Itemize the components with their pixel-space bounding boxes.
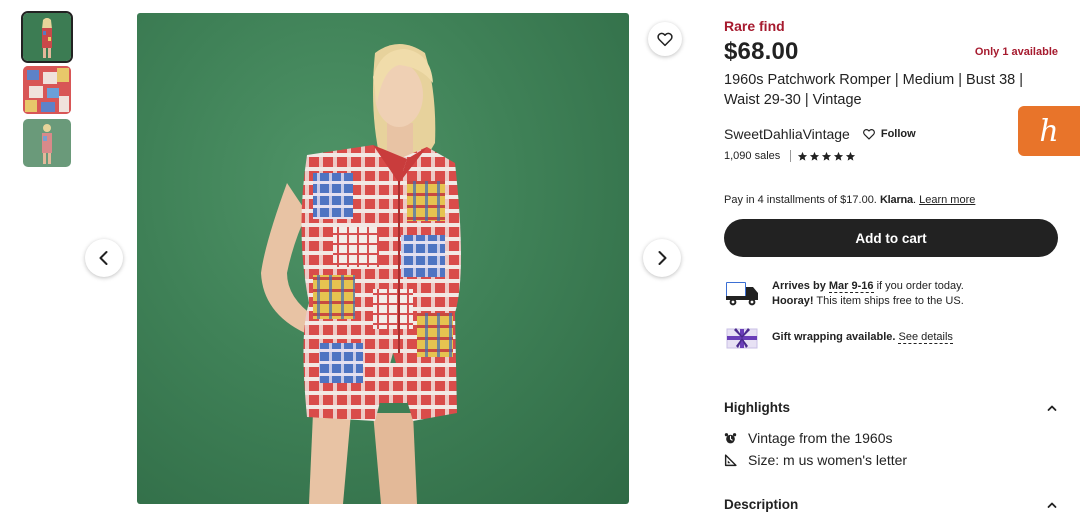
sales-row: 1,090 sales bbox=[724, 150, 856, 162]
listing-title: 1960s Patchwork Romper | Medium | Bust 3… bbox=[724, 72, 1024, 108]
arrival-line: Arrives by Mar 9-16 if you order today. bbox=[772, 279, 964, 294]
shop-row: SweetDahliaVintage Follow bbox=[724, 126, 916, 142]
next-image-button[interactable] bbox=[643, 239, 681, 277]
highlight-text: Vintage from the 1960s bbox=[748, 430, 893, 446]
add-to-cart-button[interactable]: Add to cart bbox=[724, 219, 1058, 257]
learn-more-link[interactable]: Learn more bbox=[919, 194, 975, 206]
follow-label: Follow bbox=[880, 128, 916, 140]
shipping-text: Arrives by Mar 9-16 if you order today. … bbox=[772, 278, 964, 308]
description-toggle[interactable]: Description bbox=[724, 497, 1058, 512]
rating-stars[interactable] bbox=[797, 151, 856, 162]
thumbnail-1[interactable] bbox=[21, 11, 73, 63]
thumbnail-pattern-icon bbox=[23, 66, 71, 114]
thumbnail-3[interactable] bbox=[23, 119, 71, 167]
order-today-text: if you order today. bbox=[876, 280, 964, 292]
divider bbox=[790, 150, 792, 162]
delivery-dates[interactable]: Mar 9-16 bbox=[828, 280, 874, 293]
highlight-item-vintage: Vintage from the 1960s bbox=[724, 430, 893, 446]
thumbnail-2[interactable] bbox=[23, 66, 71, 114]
shop-name-link[interactable]: SweetDahliaVintage bbox=[724, 126, 850, 142]
hooray-label: Hooray! bbox=[772, 294, 814, 307]
klarna-logo: Klarna bbox=[879, 194, 913, 206]
price: $68.00 bbox=[724, 38, 799, 65]
chevron-up-icon bbox=[1047, 405, 1057, 411]
highlight-text: Size: m us women's letter bbox=[748, 452, 908, 468]
chevron-right-icon bbox=[658, 251, 667, 265]
main-product-image[interactable] bbox=[137, 13, 629, 504]
thumbnail-figure-back-icon bbox=[42, 124, 52, 164]
star-icon bbox=[822, 151, 832, 161]
see-details-link[interactable]: See details bbox=[898, 331, 953, 344]
free-shipping-line: Hooray! This item ships free to the US. bbox=[772, 294, 964, 309]
highlights-heading: Highlights bbox=[724, 400, 790, 415]
favorite-button[interactable] bbox=[648, 22, 682, 56]
sales-count: 1,090 sales bbox=[724, 150, 781, 162]
chevron-up-icon bbox=[1047, 502, 1057, 508]
stock-status: Only 1 available bbox=[974, 46, 1058, 58]
gift-wrapping-info: Gift wrapping available. See details bbox=[726, 324, 953, 350]
highlight-item-size: Size: m us women's letter bbox=[724, 452, 907, 468]
arrives-label: Arrives by bbox=[772, 280, 826, 292]
previous-image-button[interactable] bbox=[85, 239, 123, 277]
klarna-period: . bbox=[912, 194, 917, 206]
free-shipping-text: This item ships free to the US. bbox=[816, 294, 964, 307]
rare-find-badge: Rare find bbox=[724, 18, 785, 34]
description-heading: Description bbox=[724, 497, 799, 512]
thumbnail-figure-icon bbox=[42, 18, 52, 58]
alarm-clock-icon bbox=[724, 432, 737, 443]
honey-logo-icon: h bbox=[1039, 113, 1059, 149]
star-icon bbox=[834, 151, 844, 161]
star-icon bbox=[846, 151, 856, 161]
gift-wrapping-label: Gift wrapping available. bbox=[772, 331, 896, 343]
heart-icon bbox=[657, 32, 673, 47]
gift-wrapping-text: Gift wrapping available. See details bbox=[772, 331, 953, 344]
chevron-left-icon bbox=[99, 251, 108, 265]
model-in-romper-illustration bbox=[261, 44, 461, 504]
follow-button[interactable]: Follow bbox=[862, 127, 916, 141]
star-icon bbox=[810, 151, 820, 161]
thumbnail-strip bbox=[21, 11, 73, 172]
gift-box-icon bbox=[726, 328, 758, 349]
shipping-info: Arrives by Mar 9-16 if you order today. … bbox=[724, 278, 964, 308]
honey-extension-button[interactable]: h bbox=[1018, 106, 1080, 156]
highlights-toggle[interactable]: Highlights bbox=[724, 400, 1058, 415]
ruler-triangle-icon bbox=[724, 453, 737, 466]
star-icon bbox=[798, 151, 808, 161]
klarna-installments: Pay in 4 installments of $17.00. Klarna.… bbox=[724, 194, 975, 206]
klarna-text: Pay in 4 installments of $17.00. bbox=[724, 194, 877, 206]
delivery-truck-icon bbox=[726, 282, 758, 306]
heart-outline-icon bbox=[862, 129, 875, 140]
